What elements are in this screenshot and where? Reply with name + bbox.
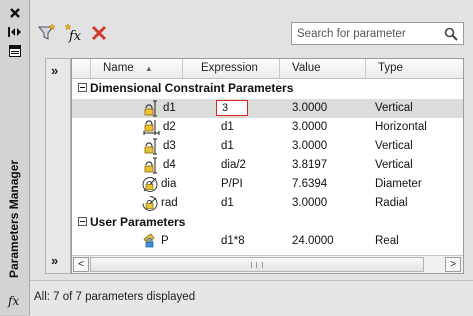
diameter-dimension-icon	[141, 176, 159, 193]
header-spacer	[72, 59, 91, 78]
parameters-panel: fx » » Name ▲ Expression Value Type	[30, 0, 473, 316]
param-value: 24.0000	[292, 235, 334, 247]
title-strip: Parameters Manager fx	[0, 0, 30, 315]
vertical-dimension-icon	[143, 100, 161, 117]
param-name: d4	[163, 159, 176, 171]
group-row-user[interactable]: User Parameters	[72, 213, 463, 232]
scroll-left-button[interactable]: <	[73, 257, 89, 272]
table-row[interactable]: d3 d1 3.0000 Vertical	[72, 137, 463, 156]
table-row[interactable]: rad d1 3.0000 Radial	[72, 194, 463, 213]
expression-edit-field[interactable]: 3	[216, 100, 248, 116]
parameters-grid: Name ▲ Expression Value Type Dimensional…	[71, 58, 464, 274]
collapse-group-icon[interactable]	[78, 83, 87, 92]
filter-icon[interactable]	[36, 22, 58, 44]
param-value: 3.8197	[292, 159, 328, 171]
param-name: rad	[161, 197, 178, 209]
expand-bottom-button[interactable]: »	[51, 253, 58, 268]
param-type: Horizontal	[375, 121, 427, 133]
fx-text: fx	[68, 29, 82, 43]
search-box[interactable]	[291, 22, 464, 45]
param-expression[interactable]: d1	[221, 118, 234, 137]
param-type: Real	[375, 235, 399, 247]
vertical-dimension-icon	[143, 157, 161, 174]
param-expression[interactable]: dia/2	[221, 156, 246, 175]
param-expression[interactable]: P/PI	[221, 175, 243, 194]
horizontal-scrollbar[interactable]: < >	[72, 255, 463, 273]
radial-dimension-icon	[141, 195, 159, 212]
horizontal-dimension-icon	[143, 119, 161, 136]
table-row[interactable]: P d1*8 24.0000 Real	[72, 232, 463, 251]
param-value: 3.0000	[292, 102, 328, 114]
fx-icon: fx	[8, 294, 20, 308]
param-type: Radial	[375, 197, 408, 209]
group-row-dimensional[interactable]: Dimensional Constraint Parameters	[72, 79, 463, 98]
search-input[interactable]	[292, 27, 437, 40]
column-name-label: Name	[103, 62, 134, 74]
column-header-expression[interactable]: Expression	[183, 59, 280, 78]
collapse-group-icon[interactable]	[78, 217, 87, 226]
user-parameter-icon	[141, 233, 159, 250]
param-type: Vertical	[375, 159, 413, 171]
param-type: Vertical	[375, 102, 413, 114]
delete-parameter-icon[interactable]	[88, 22, 110, 44]
table-row[interactable]: d1 3 3.0000 Vertical	[72, 99, 463, 118]
param-name: d2	[163, 121, 176, 133]
sort-ascending-icon: ▲	[144, 64, 153, 73]
auto-hide-icon[interactable]	[6, 25, 23, 39]
panel-title: Parameters Manager	[7, 159, 21, 279]
param-value: 7.6394	[292, 178, 328, 190]
table-row[interactable]: d4 dia/2 3.8197 Vertical	[72, 156, 463, 175]
param-expression[interactable]: d1	[221, 194, 234, 213]
expand-filter-tree-button[interactable]: »	[51, 63, 58, 78]
param-expression[interactable]: d1*8	[221, 232, 245, 251]
status-bar: All: 7 of 7 parameters displayed	[30, 280, 473, 316]
grip-icon	[251, 262, 263, 268]
column-header-name[interactable]: Name ▲	[91, 59, 183, 78]
param-value: 3.0000	[292, 121, 328, 133]
scroll-right-button[interactable]: >	[445, 257, 461, 272]
search-icon[interactable]	[444, 27, 458, 44]
expand-column: » »	[45, 58, 71, 274]
toolbar: fx	[30, 0, 473, 54]
group-label: User Parameters	[90, 215, 186, 229]
param-name: d3	[163, 140, 176, 152]
vertical-dimension-icon	[143, 138, 161, 155]
grid-header: Name ▲ Expression Value Type	[72, 59, 463, 79]
table-row[interactable]: dia P/PI 7.6394 Diameter	[72, 175, 463, 194]
status-text: All: 7 of 7 parameters displayed	[34, 291, 196, 303]
param-value: 3.0000	[292, 197, 328, 209]
param-expression[interactable]: d1	[221, 137, 234, 156]
param-type: Diameter	[375, 178, 422, 190]
column-header-type[interactable]: Type	[366, 59, 463, 78]
new-user-parameter-icon[interactable]: fx	[63, 22, 85, 44]
column-header-value[interactable]: Value	[280, 59, 366, 78]
param-name: d1	[163, 102, 176, 114]
table-row[interactable]: d2 d1 3.0000 Horizontal	[72, 118, 463, 137]
param-name: dia	[161, 178, 177, 190]
close-icon[interactable]	[6, 6, 23, 20]
scroll-thumb[interactable]	[90, 257, 424, 272]
group-label: Dimensional Constraint Parameters	[90, 81, 294, 95]
properties-icon[interactable]	[6, 44, 23, 58]
param-value: 3.0000	[292, 140, 328, 152]
param-name: P	[161, 235, 169, 247]
param-type: Vertical	[375, 140, 413, 152]
